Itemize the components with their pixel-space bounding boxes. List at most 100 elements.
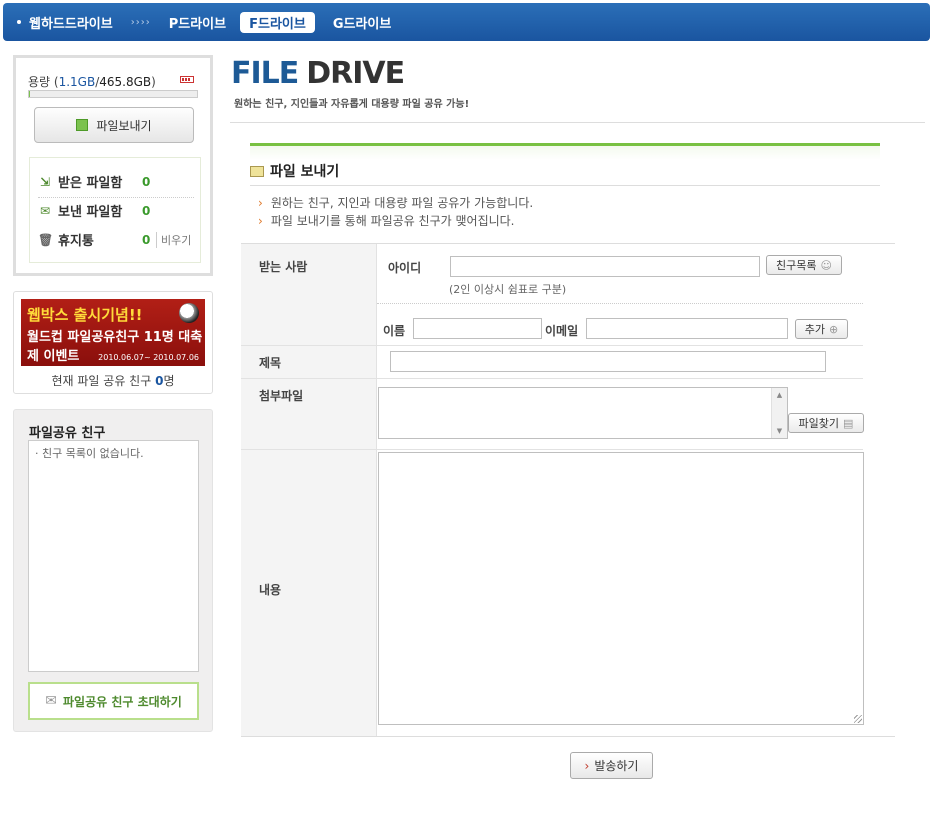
add-button[interactable]: 추가 ⊕ [795,319,848,339]
subject-label: 제목 [259,356,282,370]
friend-list-label: 친구목록 [776,259,817,272]
name-label: 이름 [383,324,406,338]
plus-icon: ⊕ [829,322,839,336]
form-label-column [241,244,377,736]
trash-label: 휴지통 [58,234,94,249]
storage-panel: 용량 (1.1GB/465.8GB) 파일보내기 ⇲ 받은 파일함 0 ✉ 보낸… [13,55,213,276]
envelope-icon: ✉ [45,693,57,709]
friends-empty-text: · 친구 목록이 없습니다. [35,447,144,460]
attachment-list[interactable]: ▲ ▼ [378,387,788,439]
id-hint: (2인 이상시 쉼표로 구분) [449,283,567,296]
folder-icon [250,165,264,177]
row-divider [241,345,863,346]
file-drive-logo: FILE DRIVE [231,56,405,91]
add-label: 추가 [804,323,826,336]
find-file-button[interactable]: 파일찾기 ▤ [788,413,864,433]
file-list-icon: ▤ [843,416,854,430]
event-banner-box: 웹박스 출시기념!! 월드컵 파일공유친구 11명 대축제 이벤트 2010.0… [13,291,213,394]
battery-icon [180,76,194,83]
bullet-icon [17,20,21,24]
content-label: 내용 [259,583,282,597]
nav-g-drive[interactable]: G드라이브 [333,13,392,32]
nav-label: 웹하드드라이브 [29,16,113,32]
trash-item[interactable]: 🗑 휴지통 0 비우기 [38,230,194,249]
send-file-form: 받는 사람 아이디 친구목록 ☺ (2인 이상시 쉼표로 구분) 이름 이메일 추… [241,243,895,737]
received-count: 0 [142,174,151,189]
notice-line: › 원하는 친구, 지인과 대용량 파일 공유가 가능합니다. [258,194,533,211]
share-friend-count: 현재 파일 공유 친구 0명 [14,372,212,389]
share-suffix: 명 [163,374,175,388]
logo-file: FILE [231,56,299,91]
row-dotted-divider [377,303,863,304]
sent-box-item[interactable]: ✉ 보낸 파일함 0 [38,201,194,221]
empty-trash-link[interactable]: 비우기 [156,231,191,248]
send-file-button[interactable]: 파일보내기 [34,107,194,143]
send-file-label: 파일보내기 [96,118,152,133]
notice-text: 파일 보내기를 통해 파일공유 친구가 맺어집니다. [270,214,515,228]
banner-headline: 웹박스 출시기념!! [27,306,143,324]
arrow-icon: › [584,758,590,773]
nav-separator: ›››› [130,16,151,28]
row-divider [241,449,863,450]
capacity-used: 1.1GB [58,75,96,89]
soccer-ball-icon [179,303,199,323]
arrow-icon: › [258,214,263,228]
sent-box-label: 보낸 파일함 [58,205,123,220]
invite-label: 파일공유 친구 초대하기 [62,694,182,709]
capacity-label: 용량 ( [28,75,59,89]
outbox-icon: ✉ [39,203,51,218]
trash-icon: 🗑 [38,232,54,247]
section-title: 파일 보내기 [250,161,339,181]
section-divider [250,185,880,186]
share-prefix: 현재 파일 공유 친구 [51,374,156,388]
attachment-scrollbar[interactable]: ▲ ▼ [771,388,787,438]
name-input[interactable] [413,318,542,339]
section-accent-fade [250,146,880,160]
tagline: 원하는 친구, 지인들과 자유롭게 대용량 파일 공유 가능! [234,99,470,110]
content-textarea[interactable] [378,452,864,725]
capacity-total: 465.8GB [99,75,152,89]
received-box-item[interactable]: ⇲ 받은 파일함 0 [38,172,194,198]
logo-drive: DRIVE [306,56,405,91]
friends-icon: ☺ [820,258,832,272]
recipient-id-input[interactable] [450,256,760,277]
resize-grip-icon[interactable] [854,715,862,723]
trash-count: 0 [142,232,151,247]
storage-capacity: 용량 (1.1GB/465.8GB) [28,73,156,90]
inbox-icon: ⇲ [39,174,51,189]
id-label: 아이디 [388,261,422,275]
friend-list-button[interactable]: 친구목록 ☺ [766,255,842,275]
nav-webhard-drive[interactable]: 웹하드드라이브 [17,13,113,32]
email-label: 이메일 [545,324,579,338]
notice-text: 원하는 친구, 지인과 대용량 파일 공유가 가능합니다. [270,196,534,210]
received-box-label: 받은 파일함 [58,176,123,191]
scroll-up-icon[interactable]: ▲ [772,391,787,399]
section-title-text: 파일 보내기 [270,164,340,180]
subject-input[interactable] [390,351,826,372]
recipient-label: 받는 사람 [259,260,308,274]
scroll-down-icon[interactable]: ▼ [772,427,787,435]
send-file-icon [76,119,89,131]
find-file-label: 파일찾기 [798,417,840,430]
submit-button[interactable]: › 발송하기 [570,752,653,779]
notice-line: › 파일 보내기를 통해 파일공유 친구가 맺어집니다. [258,212,515,229]
header-divider [230,122,925,123]
nav-p-drive[interactable]: P드라이브 [169,13,226,32]
nav-f-drive[interactable]: F드라이브 [240,11,315,33]
email-input[interactable] [586,318,788,339]
invite-friend-button[interactable]: ✉ 파일공유 친구 초대하기 [28,682,199,720]
arrow-icon: › [258,196,263,210]
friends-title: 파일공유 친구 [29,426,106,441]
sent-count: 0 [142,203,151,218]
attachment-label: 첨부파일 [259,389,304,403]
friends-list[interactable]: · 친구 목록이 없습니다. [28,440,199,672]
row-divider [241,378,863,379]
top-nav: 웹하드드라이브 ›››› P드라이브 F드라이브 G드라이브 [3,3,930,41]
submit-label: 발송하기 [594,759,639,773]
banner-dates: 2010.06.07~ 2010.07.06 [98,353,199,362]
event-banner[interactable]: 웹박스 출시기념!! 월드컵 파일공유친구 11명 대축제 이벤트 2010.0… [21,299,205,366]
capacity-close: ) [151,75,156,89]
friends-panel: 파일공유 친구 · 친구 목록이 없습니다. ✉ 파일공유 친구 초대하기 [13,409,213,732]
file-box-list: ⇲ 받은 파일함 0 ✉ 보낸 파일함 0 🗑 휴지통 0 비우기 [29,157,201,263]
capacity-bar [28,90,198,98]
